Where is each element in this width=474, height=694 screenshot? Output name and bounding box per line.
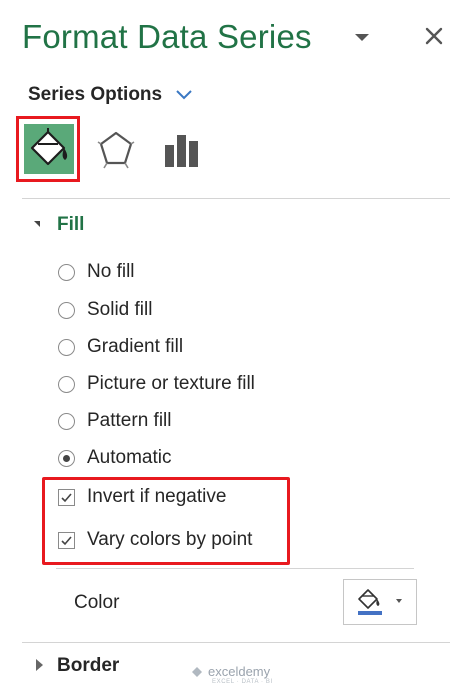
pane-options-dropdown-icon[interactable] [355, 34, 369, 41]
pane-title: Format Data Series [22, 18, 312, 55]
option-label: Gradient fill [87, 336, 184, 357]
radio-button[interactable] [58, 375, 75, 393]
chevron-down-icon [396, 599, 402, 603]
option-label: Automatic [87, 447, 172, 468]
pentagon-icon [97, 131, 135, 169]
radio-pattern-fill[interactable]: Pattern fill [58, 407, 171, 435]
option-label: Picture or texture fill [87, 373, 255, 394]
radio-automatic[interactable]: Automatic [58, 444, 171, 472]
watermark-tagline: EXCEL · DATA · BI [212, 679, 273, 685]
fill-section-header[interactable]: Fill [57, 214, 84, 236]
fill-color-icon [358, 589, 402, 615]
tab-series-options[interactable] [162, 131, 202, 169]
collapse-triangle-icon[interactable] [34, 221, 40, 227]
paint-bucket-icon [30, 128, 68, 166]
divider [56, 568, 414, 569]
watermark: exceldemy [190, 664, 270, 679]
tab-effects[interactable] [96, 128, 136, 172]
chevron-down-icon[interactable] [175, 88, 193, 102]
radio-button[interactable] [58, 301, 75, 319]
radio-no-fill[interactable]: No fill [58, 258, 135, 286]
divider [22, 642, 450, 643]
radio-button[interactable] [58, 412, 75, 430]
series-options-dropdown[interactable]: Series Options [28, 84, 162, 106]
radio-gradient-fill[interactable]: Gradient fill [58, 333, 183, 361]
color-label: Color [74, 592, 120, 613]
checkbox-highlight-box [42, 477, 290, 565]
radio-button[interactable] [58, 263, 75, 281]
tab-fill-line[interactable] [24, 124, 74, 174]
option-label: Solid fill [87, 299, 153, 320]
watermark-brand: exceldemy [208, 664, 271, 679]
option-label: No fill [87, 261, 135, 282]
expand-triangle-icon[interactable] [36, 659, 43, 671]
border-section-header[interactable]: Border [57, 655, 119, 677]
close-icon[interactable] [422, 24, 446, 48]
radio-picture-fill[interactable]: Picture or texture fill [58, 370, 255, 398]
radio-button-selected[interactable] [58, 449, 75, 467]
divider [22, 198, 450, 199]
option-label: Pattern fill [87, 410, 172, 431]
bar-chart-icon [165, 135, 198, 167]
color-picker-button[interactable] [343, 579, 417, 625]
radio-button[interactable] [58, 338, 75, 356]
radio-solid-fill[interactable]: Solid fill [58, 296, 152, 324]
watermark-logo-icon [192, 666, 202, 677]
